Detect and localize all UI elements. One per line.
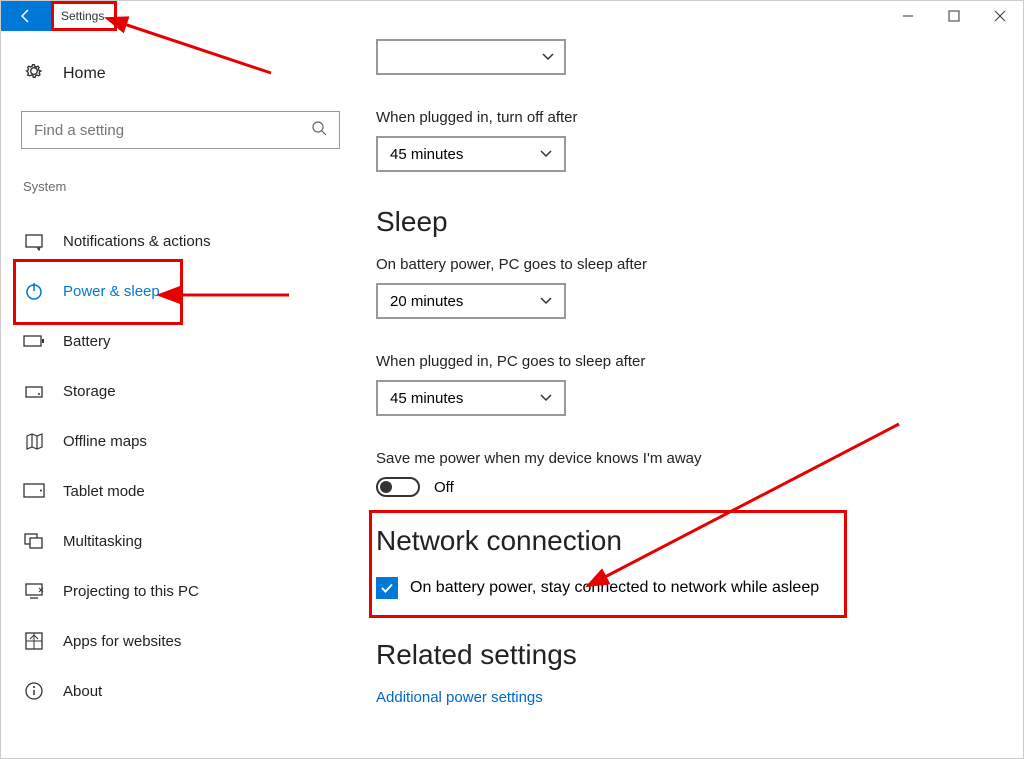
- sidebar-item-power-sleep[interactable]: Power & sleep: [15, 268, 346, 314]
- sidebar-item-label: Battery: [63, 333, 111, 350]
- chevron-down-icon: [540, 294, 552, 308]
- toggle-state: Off: [434, 479, 454, 496]
- dropdown-value: 45 minutes: [390, 390, 463, 407]
- sidebar-item-projecting[interactable]: Projecting to this PC: [15, 568, 346, 614]
- search-icon: [311, 120, 327, 141]
- sidebar-item-label: Projecting to this PC: [63, 583, 199, 600]
- network-checkbox-label: On battery power, stay connected to netw…: [410, 579, 819, 597]
- maps-icon: [23, 430, 45, 452]
- search-input[interactable]: [21, 111, 340, 149]
- dropdown-value: 20 minutes: [390, 293, 463, 310]
- minimize-icon: [902, 10, 914, 22]
- sidebar-item-label: Multitasking: [63, 533, 142, 550]
- network-heading: Network connection: [376, 525, 1003, 557]
- about-icon: [23, 680, 45, 702]
- back-button[interactable]: [1, 1, 51, 31]
- partial-dropdown[interactable]: [376, 39, 566, 75]
- home-button[interactable]: Home: [15, 51, 346, 97]
- sleep-heading: Sleep: [376, 206, 1003, 238]
- battery-sleep-dropdown[interactable]: 20 minutes: [376, 283, 566, 319]
- main-panel: When plugged in, turn off after 45 minut…: [346, 31, 1023, 758]
- sidebar-item-multitasking[interactable]: Multitasking: [15, 518, 346, 564]
- battery-sleep-label: On battery power, PC goes to sleep after: [376, 256, 1003, 273]
- sidebar-item-label: Storage: [63, 383, 116, 400]
- maximize-button[interactable]: [931, 1, 977, 31]
- sidebar-item-label: About: [63, 683, 102, 700]
- minimize-button[interactable]: [885, 1, 931, 31]
- tablet-icon: [23, 480, 45, 502]
- chevron-down-icon: [540, 147, 552, 161]
- sidebar-item-label: Offline maps: [63, 433, 147, 450]
- plugged-sleep-dropdown[interactable]: 45 minutes: [376, 380, 566, 416]
- plugged-turnoff-dropdown[interactable]: 45 minutes: [376, 136, 566, 172]
- related-heading: Related settings: [376, 639, 1003, 671]
- gear-icon: [23, 61, 45, 87]
- sidebar-item-storage[interactable]: Storage: [15, 368, 346, 414]
- check-icon: [380, 581, 394, 595]
- app-title: Settings: [51, 1, 114, 31]
- sidebar-item-apps-websites[interactable]: Apps for websites: [15, 618, 346, 664]
- plugged-sleep-label: When plugged in, PC goes to sleep after: [376, 353, 1003, 370]
- projecting-icon: [23, 580, 45, 602]
- sidebar-item-label: Apps for websites: [63, 633, 181, 650]
- close-button[interactable]: [977, 1, 1023, 31]
- maximize-icon: [948, 10, 960, 22]
- sidebar-item-tablet-mode[interactable]: Tablet mode: [15, 468, 346, 514]
- storage-icon: [23, 380, 45, 402]
- sidebar-item-about[interactable]: About: [15, 668, 346, 714]
- plugged-turnoff-label: When plugged in, turn off after: [376, 109, 1003, 126]
- network-checkbox[interactable]: [376, 577, 398, 599]
- sidebar-item-notifications[interactable]: Notifications & actions: [15, 218, 346, 264]
- close-icon: [994, 10, 1006, 22]
- away-label: Save me power when my device knows I'm a…: [376, 450, 1003, 467]
- dropdown-value: 45 minutes: [390, 146, 463, 163]
- sidebar-item-battery[interactable]: Battery: [15, 318, 346, 364]
- sidebar-item-offline-maps[interactable]: Offline maps: [15, 418, 346, 464]
- home-label: Home: [63, 65, 106, 83]
- away-toggle[interactable]: [376, 477, 420, 497]
- battery-icon: [23, 330, 45, 352]
- sidebar-item-label: Notifications & actions: [63, 233, 211, 250]
- section-label: System: [15, 167, 346, 214]
- chevron-down-icon: [540, 391, 552, 405]
- sidebar-item-label: Tablet mode: [63, 483, 145, 500]
- multitasking-icon: [23, 530, 45, 552]
- sidebar: Home System Notifications & actions Powe…: [1, 31, 346, 758]
- search-field[interactable]: [34, 122, 311, 139]
- additional-power-link[interactable]: Additional power settings: [376, 689, 543, 706]
- power-icon: [23, 280, 45, 302]
- notifications-icon: [23, 230, 45, 252]
- chevron-down-icon: [542, 48, 554, 66]
- apps-icon: [23, 630, 45, 652]
- arrow-left-icon: [18, 8, 34, 24]
- sidebar-item-label: Power & sleep: [63, 283, 160, 300]
